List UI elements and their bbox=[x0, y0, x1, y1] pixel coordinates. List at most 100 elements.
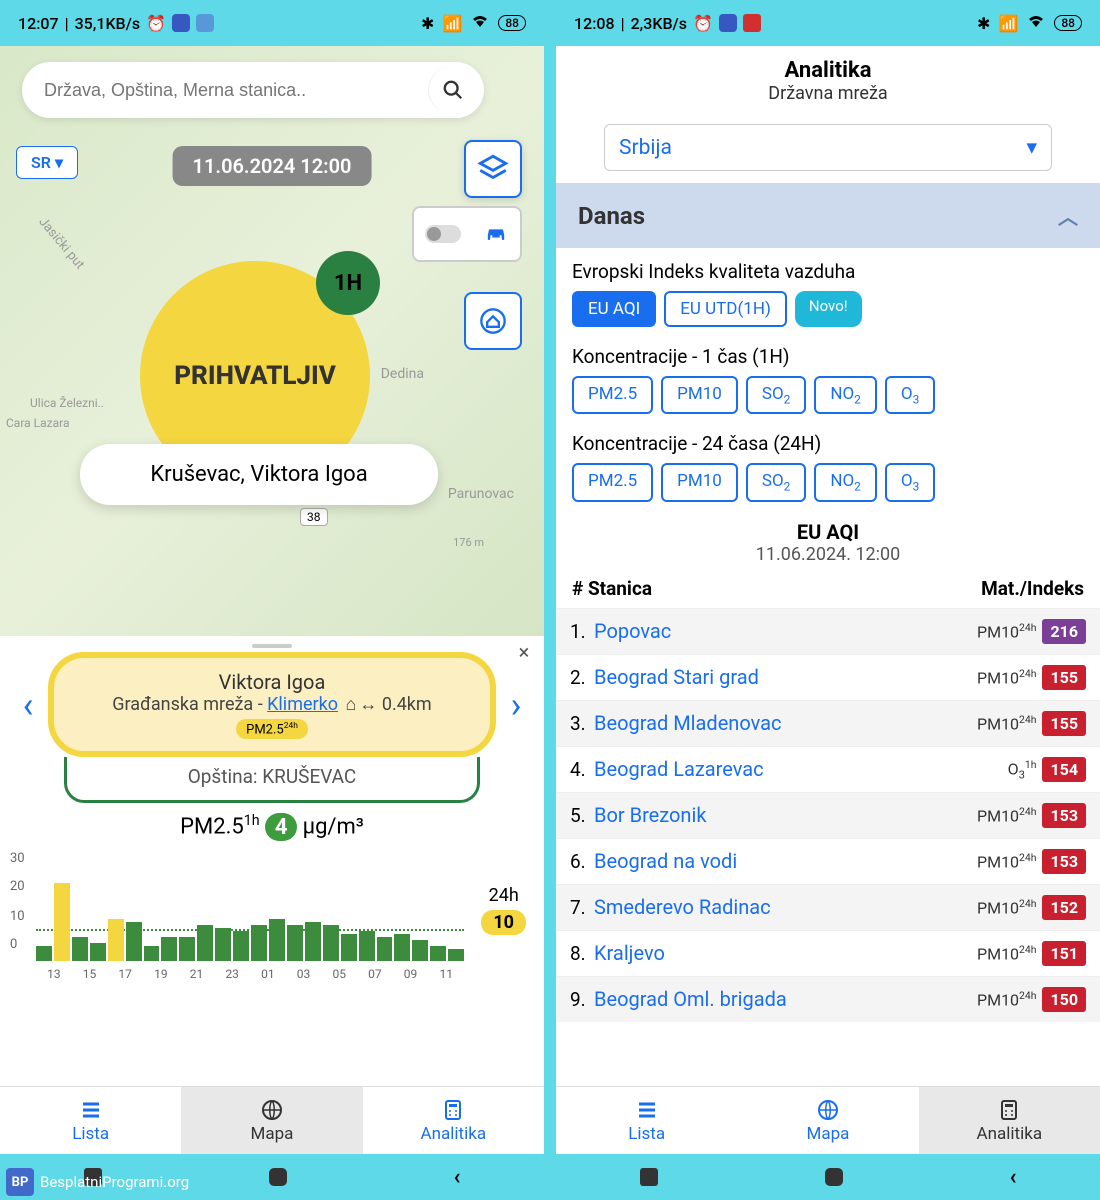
table-header: EU AQI 11.06.2024. 12:00 bbox=[556, 508, 1100, 569]
chip-pollutant[interactable]: O3 bbox=[885, 376, 935, 414]
chart-bar bbox=[394, 934, 410, 961]
layers-button[interactable] bbox=[464, 140, 522, 198]
chart-bar bbox=[90, 943, 106, 961]
home-sys-icon[interactable] bbox=[825, 1168, 843, 1186]
search-bar[interactable] bbox=[22, 62, 484, 118]
table-row[interactable]: 1.PopovacPM1024h216 bbox=[556, 608, 1100, 654]
chart-bar bbox=[287, 925, 303, 961]
prev-button[interactable]: ‹ bbox=[8, 684, 48, 726]
home-button[interactable] bbox=[464, 292, 522, 350]
status-speed: 35,1KB/s bbox=[75, 14, 141, 33]
back-sys-icon[interactable]: ‹ bbox=[1010, 1165, 1017, 1190]
bp-watermark: BPBesplatniProgrami.org bbox=[6, 1168, 189, 1196]
chart-bar bbox=[126, 922, 142, 961]
chip-pollutant[interactable]: SO2 bbox=[746, 376, 806, 414]
chip-pollutant[interactable]: PM10 bbox=[661, 376, 738, 414]
table-row[interactable]: 5.Bor BrezonikPM1024h153 bbox=[556, 792, 1100, 838]
reading-value: 4 bbox=[265, 813, 297, 841]
mail-icon bbox=[743, 14, 761, 32]
app-icon bbox=[172, 14, 190, 32]
accordion-today[interactable]: Danas ︿ bbox=[556, 183, 1100, 248]
klimerko-link[interactable]: Klimerko bbox=[267, 694, 338, 715]
next-button[interactable]: › bbox=[496, 684, 536, 726]
chart-bar bbox=[412, 940, 428, 961]
search-button[interactable] bbox=[428, 66, 476, 114]
calc-icon bbox=[441, 1098, 465, 1122]
phone-left: 12:07 | 35,1KB/s ⏰ ✱ 📶 88 Dedina Parunov… bbox=[0, 0, 544, 1200]
status-time: 12:08 bbox=[574, 14, 615, 33]
hourly-chart: 30 20 10 0 131517192123010305070911 24h … bbox=[0, 851, 544, 981]
chip-eu-aqi[interactable]: EU AQI bbox=[572, 291, 656, 327]
home-sys-icon[interactable] bbox=[269, 1168, 287, 1186]
status-speed: 2,3KB/s bbox=[631, 14, 687, 33]
status-bar: 12:08 | 2,3KB/s ⏰ ✱ 📶 88 bbox=[556, 0, 1100, 46]
table-row[interactable]: 9.Beograd Oml. brigadaPM1024h150 bbox=[556, 976, 1100, 1022]
app-icon bbox=[196, 14, 214, 32]
layers-icon bbox=[476, 152, 510, 186]
chip-pollutant[interactable]: NO2 bbox=[814, 463, 877, 501]
chevron-up-icon: ︿ bbox=[1058, 201, 1078, 230]
chip-eu-utd[interactable]: EU UTD(1H) bbox=[664, 291, 787, 327]
page-title: Analitika bbox=[556, 58, 1100, 83]
car-icon bbox=[482, 220, 510, 248]
car-toggle-box[interactable] bbox=[412, 206, 522, 262]
system-nav: BPBesplatniProgrami.org ‹ bbox=[0, 1154, 544, 1200]
chip-pollutant[interactable]: SO2 bbox=[746, 463, 806, 501]
nav-mapa[interactable]: Mapa bbox=[737, 1087, 918, 1154]
battery-icon: 88 bbox=[498, 15, 526, 31]
table-row[interactable]: 6.Beograd na vodiPM1024h153 bbox=[556, 838, 1100, 884]
badge-novo: Novo! bbox=[795, 291, 862, 327]
toggle-switch[interactable] bbox=[425, 225, 461, 243]
table-row[interactable]: 2.Beograd Stari gradPM1024h155 bbox=[556, 654, 1100, 700]
table-row[interactable]: 7.Smederevo RadinacPM1024h152 bbox=[556, 884, 1100, 930]
close-button[interactable]: × bbox=[512, 640, 536, 664]
system-nav: ‹ bbox=[556, 1154, 1100, 1200]
chip-pollutant[interactable]: PM2.5 bbox=[572, 463, 653, 501]
aqi-label: PRIHVATLJIV bbox=[174, 361, 336, 391]
table-row[interactable]: 4.Beograd LazarevacO31h154 bbox=[556, 746, 1100, 792]
map[interactable]: Dedina Parunovac 176 m Ulica Železni.. C… bbox=[0, 46, 544, 636]
location-card[interactable]: Kruševac, Viktora Igoa bbox=[80, 444, 438, 505]
chart-bar bbox=[72, 937, 88, 961]
nav-analitika[interactable]: Analitika bbox=[363, 1087, 544, 1154]
app-icon bbox=[719, 14, 737, 32]
drag-handle[interactable] bbox=[252, 644, 292, 648]
section-eu-aqi: Evropski Indeks kvaliteta vazduha EU AQI… bbox=[556, 248, 1100, 333]
recents-icon[interactable] bbox=[640, 1168, 658, 1186]
search-input[interactable] bbox=[44, 80, 428, 101]
chip-pollutant[interactable]: NO2 bbox=[814, 376, 877, 414]
nav-lista[interactable]: Lista bbox=[0, 1087, 181, 1154]
nav-mapa[interactable]: Mapa bbox=[181, 1087, 362, 1154]
caret-down-icon: ▾ bbox=[1026, 135, 1037, 160]
section-conc-24h: Koncentracije - 24 časa (24H) PM2.5PM10S… bbox=[556, 420, 1100, 507]
alarm-icon: ⏰ bbox=[693, 14, 713, 33]
table-row[interactable]: 8.KraljevoPM1024h151 bbox=[556, 930, 1100, 976]
map-label: Parunovac bbox=[448, 486, 514, 502]
battery-icon: 88 bbox=[1054, 15, 1082, 31]
bluetooth-icon: ✱ bbox=[977, 14, 990, 33]
back-sys-icon[interactable]: ‹ bbox=[454, 1165, 461, 1190]
chart-bar bbox=[215, 928, 231, 961]
chart-bar bbox=[377, 937, 393, 961]
map-label: Cara Lazara bbox=[6, 416, 70, 430]
chip-pollutant[interactable]: PM2.5 bbox=[572, 376, 653, 414]
chip-pollutant[interactable]: PM10 bbox=[661, 463, 738, 501]
chart-bar bbox=[233, 931, 249, 961]
chart-bar bbox=[54, 883, 70, 961]
chart-bar bbox=[269, 919, 285, 961]
station-subtitle: Građanska mreža - Klimerko ⌂↔ 0.4km bbox=[70, 694, 474, 715]
language-selector[interactable]: SR ▾ bbox=[16, 146, 78, 179]
nav-lista[interactable]: Lista bbox=[556, 1087, 737, 1154]
status-time: 12:07 bbox=[18, 14, 59, 33]
bottom-nav: Lista Mapa Analitika bbox=[0, 1086, 544, 1154]
nav-analitika[interactable]: Analitika bbox=[919, 1087, 1100, 1154]
map-label: Jasički put bbox=[35, 215, 87, 273]
country-dropdown[interactable]: Srbija ▾ bbox=[604, 124, 1052, 171]
chip-pollutant[interactable]: O3 bbox=[885, 463, 935, 501]
chart-bar bbox=[305, 922, 321, 961]
pm-tag: PM2.524h bbox=[236, 719, 308, 739]
page-header: Analitika Državna mreža bbox=[556, 46, 1100, 116]
calc-icon bbox=[997, 1098, 1021, 1122]
map-label: Dedina bbox=[381, 366, 424, 382]
table-row[interactable]: 3.Beograd MladenovacPM1024h155 bbox=[556, 700, 1100, 746]
